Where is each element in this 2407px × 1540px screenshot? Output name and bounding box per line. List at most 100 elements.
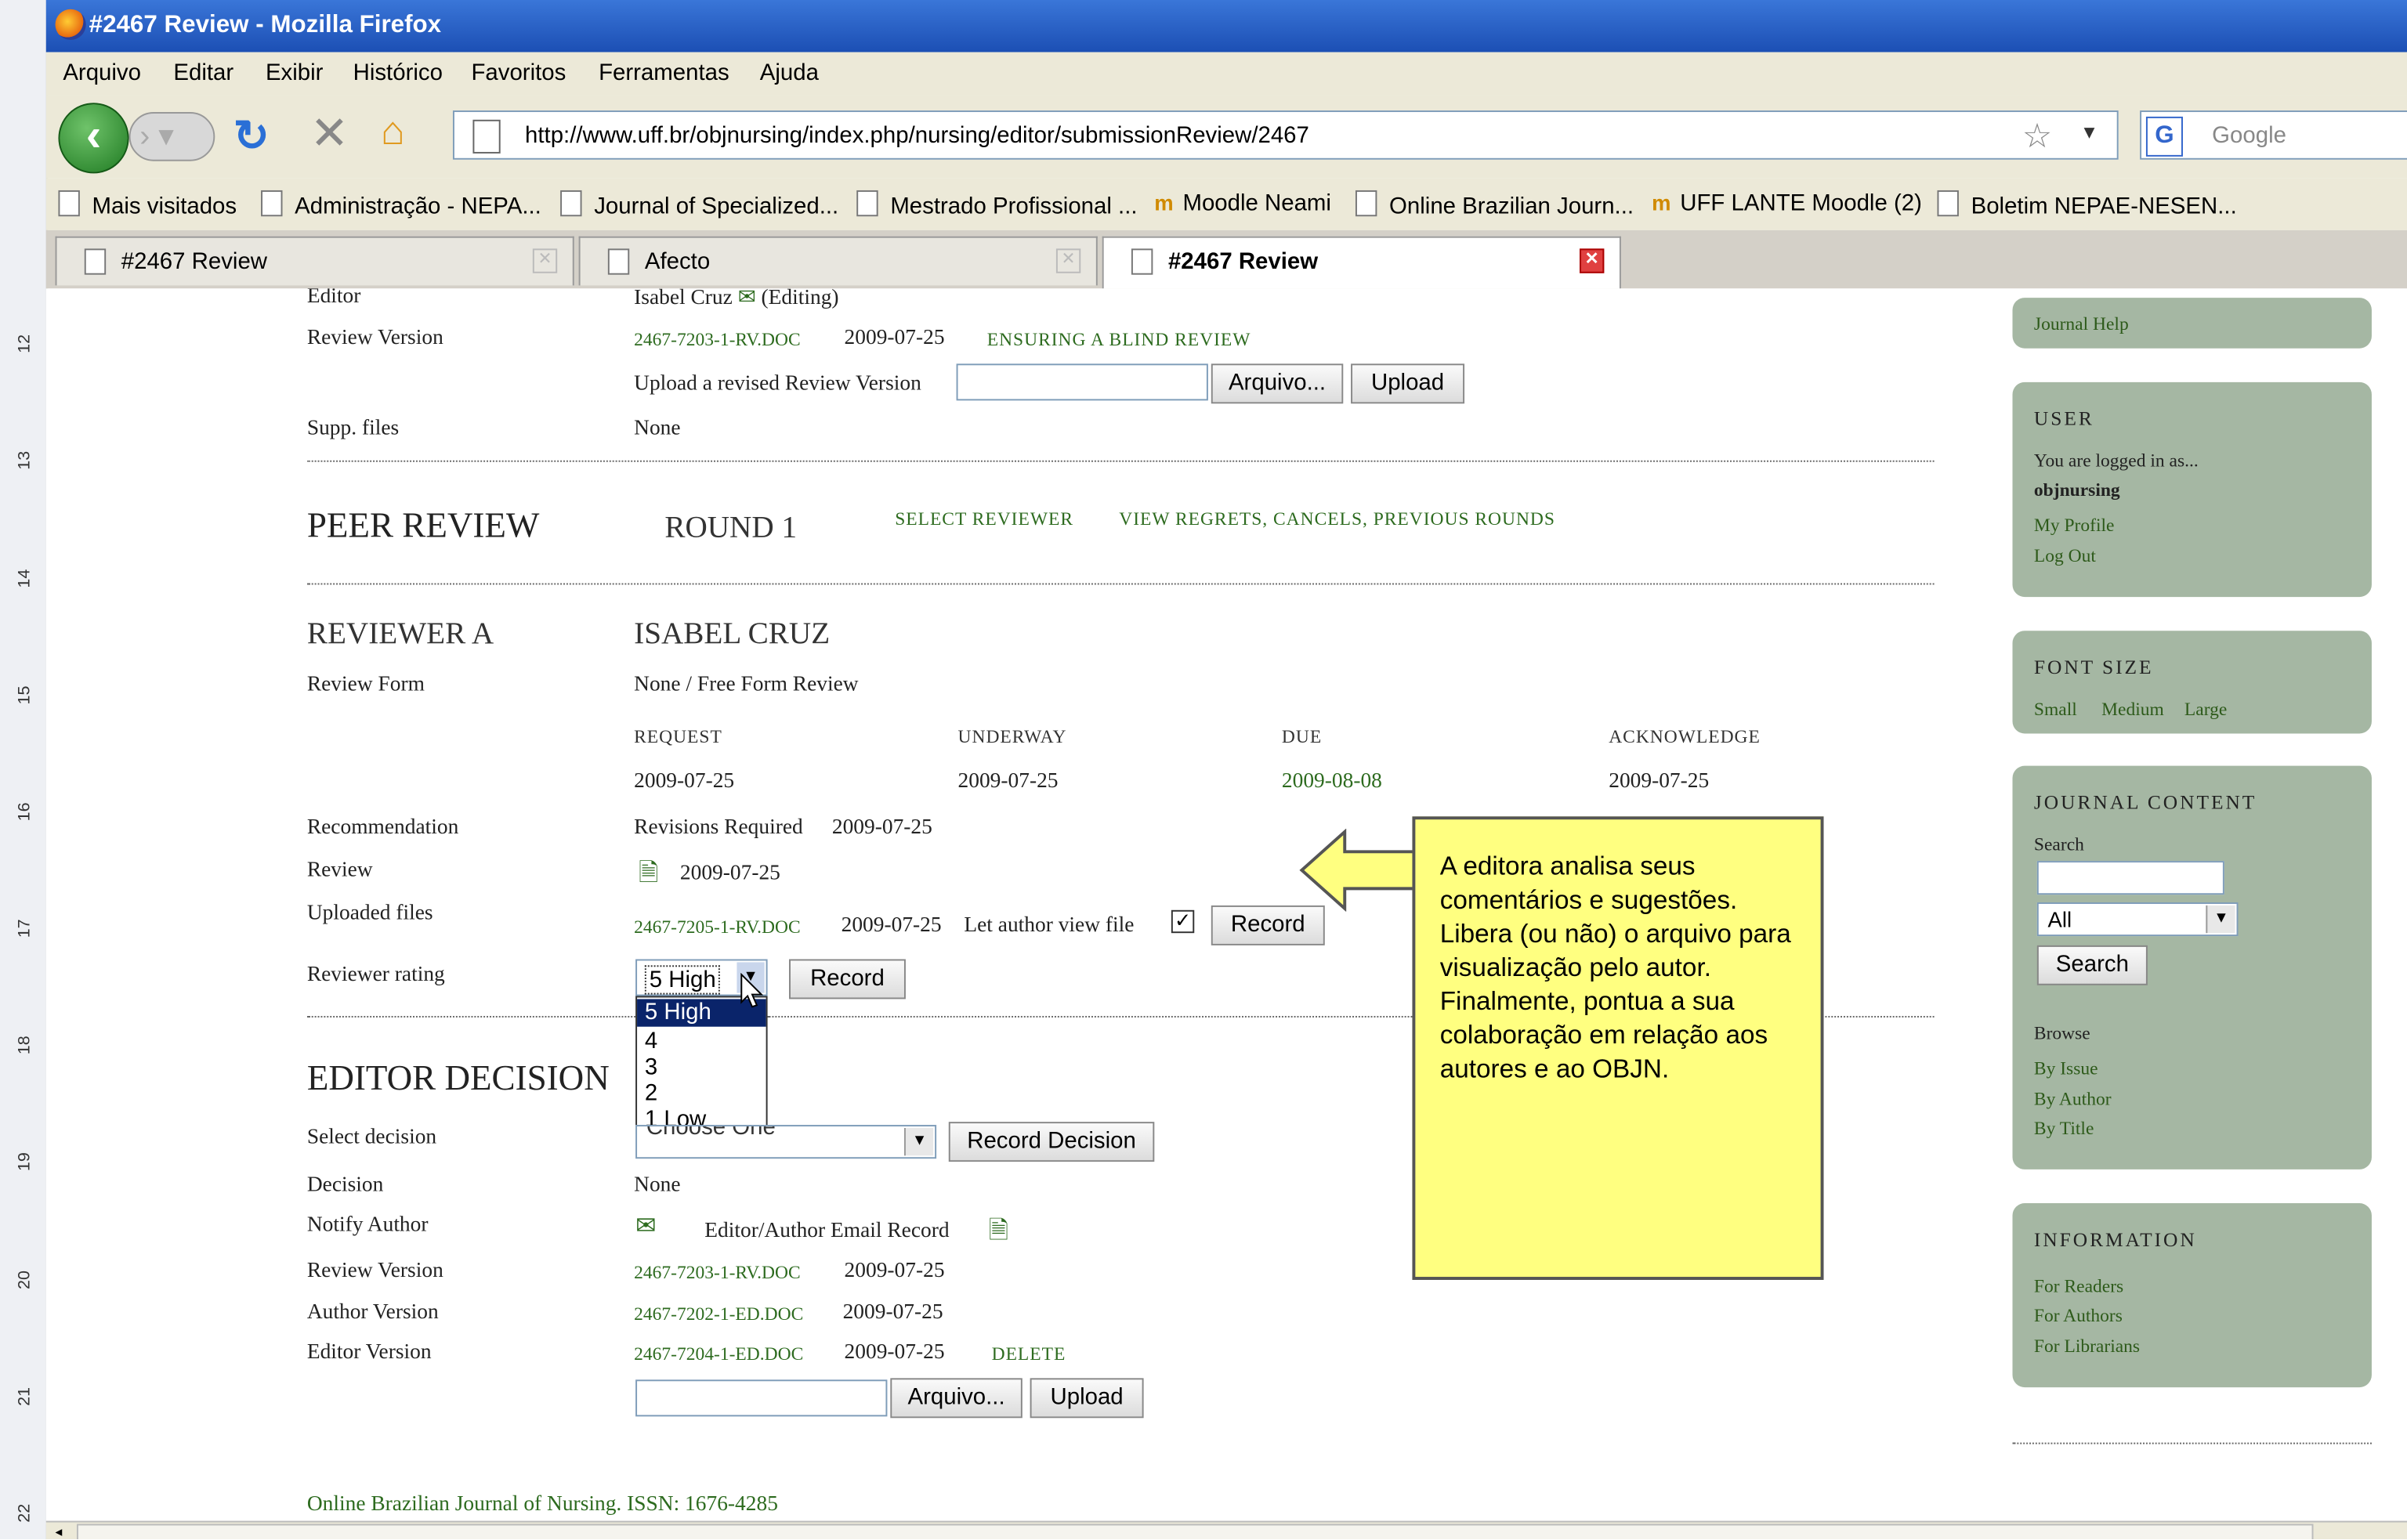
google-icon[interactable]: G (2145, 116, 2183, 157)
review-version-date: 2009-07-25 (844, 327, 945, 350)
ruler-number: 13 (15, 450, 34, 470)
tab-review[interactable]: #2467 Review ✕ (55, 236, 574, 286)
browse-button[interactable]: Arquivo... (1211, 363, 1344, 404)
page-icon (84, 248, 107, 275)
rating-dropdown-list[interactable]: 5 High 4 3 2 1 Low (635, 996, 768, 1134)
by-author-link[interactable]: By Author (2034, 1088, 2112, 1111)
bookmark-item[interactable]: Journal of Specialized... (560, 190, 838, 219)
rating-selected-value: 5 High (644, 965, 721, 995)
view-regrets-link[interactable]: VIEW REGRETS, CANCELS, PREVIOUS ROUNDS (1119, 508, 1555, 530)
let-author-view-checkbox[interactable]: ✓ (1171, 909, 1195, 934)
column-header: UNDERWAY (957, 725, 1067, 748)
search-scope-select[interactable]: All ▼ (2036, 902, 2239, 937)
uploaded-file-link[interactable]: 2467-7205-1-RV.DOC (634, 916, 801, 939)
url-dropdown-icon[interactable]: ▼ (2080, 121, 2098, 143)
tab-afecto[interactable]: Afecto ✕ (578, 236, 1098, 286)
ruler-number: 12 (15, 334, 34, 353)
close-tab-icon[interactable]: ✕ (532, 248, 558, 273)
my-profile-link[interactable]: My Profile (2034, 514, 2115, 537)
bookmark-item[interactable]: Boletim NEPAE-NESEN... (1937, 190, 2237, 219)
sidebar-search-button[interactable]: Search (2036, 945, 2148, 985)
username: objnursing (2033, 479, 2120, 501)
review-version-file-link[interactable]: 2467-7203-1-RV.DOC (634, 1261, 801, 1284)
review-date: 2009-07-25 (679, 862, 780, 886)
scrollbar-thumb[interactable] (76, 1524, 2314, 1540)
back-button[interactable]: ‹ (58, 103, 129, 174)
bookmark-star-icon[interactable]: ☆ (2022, 117, 2053, 157)
uploaded-date: 2009-07-25 (841, 914, 942, 938)
browse-button[interactable]: Arquivo... (890, 1378, 1023, 1419)
editor-version-label: Editor Version (306, 1341, 432, 1365)
bookmark-item[interactable]: Online Brazilian Journ... (1355, 190, 1634, 219)
search-box[interactable]: G Google (2140, 110, 2407, 160)
bookmark-item[interactable]: m Moodle Neami (1154, 190, 1331, 216)
chevron-down-icon[interactable]: ▼ (903, 1128, 934, 1156)
stop-icon[interactable]: ✕ (310, 107, 349, 161)
record-rating-button[interactable]: Record (789, 959, 906, 1000)
bookmark-item[interactable]: Mais visitados (58, 190, 237, 219)
annotation-callout: A editora analisa seus comentários e sug… (1412, 816, 1824, 1280)
menu-ajuda[interactable]: Ajuda (760, 60, 819, 85)
url-bar[interactable]: http://www.uff.br/objnursing/index.php/n… (452, 110, 2119, 160)
bookmark-item[interactable]: m UFF LANTE Moodle (2) (1652, 190, 1922, 216)
review-form-label: Review Form (306, 674, 425, 697)
font-medium-link[interactable]: Medium (2101, 698, 2164, 721)
menu-historico[interactable]: Histórico (353, 60, 443, 85)
document-icon[interactable]: 🗎 (639, 856, 658, 898)
journal-content-box: JOURNAL CONTENT Search All ▼ Search Brow… (2012, 765, 2372, 1169)
column-header: ACKNOWLEDGE (1609, 725, 1761, 748)
bookmark-item[interactable]: Mestrado Profissional ... (856, 190, 1138, 219)
for-librarians-link[interactable]: For Librarians (2034, 1335, 2140, 1357)
delete-link[interactable]: DELETE (992, 1343, 1066, 1365)
upload-button[interactable]: Upload (1351, 363, 1465, 404)
due-date-link[interactable]: 2009-08-08 (1282, 771, 1382, 795)
decision-select[interactable]: Choose One ▼ (635, 1125, 937, 1159)
scroll-left-icon[interactable]: ◂ (56, 1524, 71, 1539)
menu-exibir[interactable]: Exibir (266, 60, 324, 85)
editor-file-input[interactable] (635, 1379, 888, 1417)
blind-review-link[interactable]: ENSURING A BLIND REVIEW (987, 328, 1251, 351)
by-issue-link[interactable]: By Issue (2034, 1057, 2098, 1080)
horizontal-scrollbar[interactable]: ◂ (45, 1520, 2407, 1540)
journal-content-title: JOURNAL CONTENT (2033, 790, 2257, 814)
for-authors-link[interactable]: For Authors (2034, 1304, 2123, 1327)
home-icon[interactable]: ⌂ (381, 107, 405, 155)
font-small-link[interactable]: Small (2034, 698, 2077, 721)
email-icon[interactable]: ✉ (635, 1211, 656, 1242)
reload-icon[interactable]: ↻ (233, 110, 270, 161)
supp-files-label: Supp. files (306, 417, 400, 441)
menu-favoritos[interactable]: Favoritos (471, 60, 566, 85)
log-out-link[interactable]: Log Out (2034, 545, 2096, 568)
chevron-down-icon[interactable]: ▼ (2206, 905, 2235, 934)
select-reviewer-link[interactable]: SELECT REVIEWER (895, 508, 1073, 530)
page-icon (1937, 190, 1959, 217)
moodle-icon: m (1154, 190, 1174, 215)
review-version-file-link[interactable]: 2467-7203-1-RV.DOC (634, 328, 801, 351)
close-tab-icon[interactable]: ✕ (1055, 248, 1081, 273)
font-large-link[interactable]: Large (2184, 698, 2227, 721)
upload-button[interactable]: Upload (1030, 1378, 1144, 1419)
rating-option[interactable]: 2 (645, 1080, 657, 1106)
email-icon[interactable]: ✉ (738, 288, 756, 309)
rating-option[interactable]: 3 (645, 1054, 657, 1080)
tab-review-active[interactable]: #2467 Review ✕ (1102, 236, 1621, 289)
rating-option[interactable]: 4 (645, 1028, 657, 1054)
sidebar-search-input[interactable] (2036, 861, 2224, 895)
document-icon[interactable]: 🗎 (989, 1214, 1008, 1256)
journal-help-box: Journal Help (2012, 298, 2372, 349)
menu-arquivo[interactable]: Arquivo (63, 60, 141, 85)
forward-button[interactable]: › ▾ (128, 112, 215, 161)
record-decision-button[interactable]: Record Decision (948, 1122, 1155, 1162)
editor-version-file-link[interactable]: 2467-7204-1-ED.DOC (634, 1343, 803, 1365)
menu-editar[interactable]: Editar (173, 60, 233, 85)
for-readers-link[interactable]: For Readers (2034, 1275, 2123, 1298)
window-title-bar: #2467 Review - Mozilla Firefox (45, 0, 2407, 52)
journal-help-link[interactable]: Journal Help (2034, 313, 2129, 336)
by-title-link[interactable]: By Title (2034, 1117, 2094, 1140)
close-tab-icon[interactable]: ✕ (1580, 248, 1605, 273)
menu-ferramentas[interactable]: Ferramentas (599, 60, 729, 85)
author-version-file-link[interactable]: 2467-7202-1-ED.DOC (634, 1303, 803, 1325)
bookmark-item[interactable]: Administração - NEPA... (261, 190, 541, 219)
revised-file-input[interactable] (956, 363, 1208, 401)
uploaded-files-label: Uploaded files (306, 902, 433, 926)
